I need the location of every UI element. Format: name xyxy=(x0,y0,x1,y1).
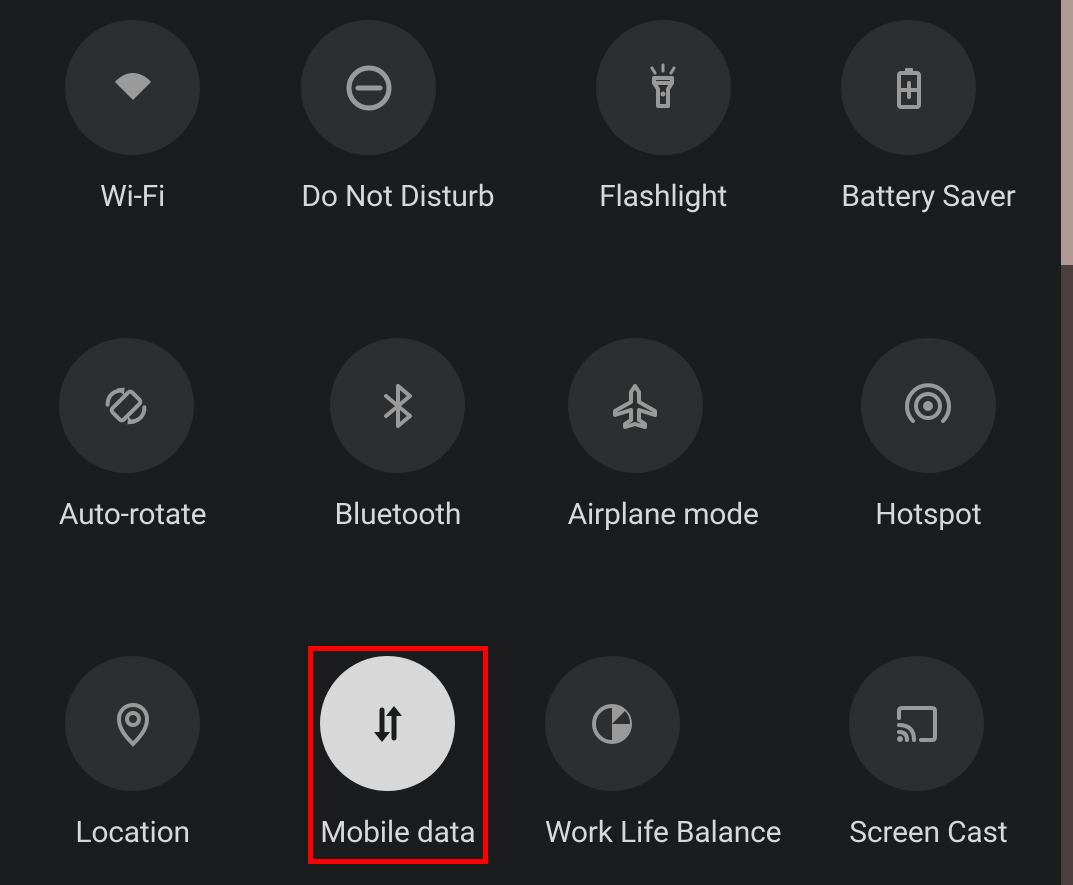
tile-wifi[interactable]: Wi-Fi xyxy=(0,10,265,228)
wifi-icon xyxy=(105,60,161,116)
quick-settings-grid: Wi-Fi Do Not Disturb xyxy=(0,10,1061,864)
tile-location-label: Location xyxy=(65,815,200,850)
flashlight-icon xyxy=(635,60,691,116)
tile-flashlight-label: Flashlight xyxy=(596,179,731,214)
tile-hotspot-label: Hotspot xyxy=(861,497,996,532)
tile-mobile-data-label: Mobile data xyxy=(320,815,475,850)
tile-airplane-mode-circle xyxy=(568,338,703,473)
tile-hotspot-circle xyxy=(861,338,996,473)
tile-dnd-label: Do Not Disturb xyxy=(301,179,494,214)
tile-mobile-data[interactable]: Mobile data xyxy=(265,646,530,864)
tile-wifi-circle xyxy=(65,20,200,155)
tile-screen-cast-label: Screen Cast xyxy=(849,815,1007,850)
tile-mobile-data-circle xyxy=(320,656,455,791)
tile-hotspot[interactable]: Hotspot xyxy=(796,328,1061,546)
scroll-edge-light xyxy=(1061,0,1073,265)
battery-icon xyxy=(881,60,937,116)
tile-airplane-mode[interactable]: Airplane mode xyxy=(531,328,796,546)
tile-bluetooth[interactable]: Bluetooth xyxy=(265,328,530,546)
tile-work-life-balance-label: Work Life Balance xyxy=(545,815,781,850)
tile-dnd[interactable]: Do Not Disturb xyxy=(265,10,530,228)
hotspot-icon xyxy=(900,378,956,434)
tile-flashlight-circle xyxy=(596,20,731,155)
tile-battery-saver-label: Battery Saver xyxy=(841,179,1015,214)
tile-location[interactable]: Location xyxy=(0,646,265,864)
airplane-icon xyxy=(607,378,663,434)
tile-work-life-balance-circle xyxy=(545,656,680,791)
tile-battery-saver-circle xyxy=(841,20,976,155)
tile-work-life-balance[interactable]: Work Life Balance xyxy=(531,646,796,864)
cast-icon xyxy=(889,696,945,752)
tile-airplane-mode-label: Airplane mode xyxy=(568,497,759,532)
tile-wifi-label: Wi-Fi xyxy=(65,179,200,214)
tile-flashlight[interactable]: Flashlight xyxy=(531,10,796,228)
tile-auto-rotate-circle xyxy=(59,338,194,473)
worklife-icon xyxy=(584,696,640,752)
tile-bluetooth-label: Bluetooth xyxy=(330,497,465,532)
bluetooth-icon xyxy=(370,378,426,434)
tile-battery-saver[interactable]: Battery Saver xyxy=(796,10,1061,228)
tile-dnd-circle xyxy=(301,20,436,155)
tile-bluetooth-circle xyxy=(330,338,465,473)
location-icon xyxy=(105,696,161,752)
tile-screen-cast-circle xyxy=(849,656,984,791)
tile-auto-rotate[interactable]: Auto-rotate xyxy=(0,328,265,546)
tile-auto-rotate-label: Auto-rotate xyxy=(59,497,207,532)
dnd-icon xyxy=(341,60,397,116)
tile-location-circle xyxy=(65,656,200,791)
mobiledata-icon xyxy=(360,696,416,752)
tile-screen-cast[interactable]: Screen Cast xyxy=(796,646,1061,864)
quick-settings-panel: Wi-Fi Do Not Disturb xyxy=(0,0,1073,885)
rotate-icon xyxy=(98,378,154,434)
